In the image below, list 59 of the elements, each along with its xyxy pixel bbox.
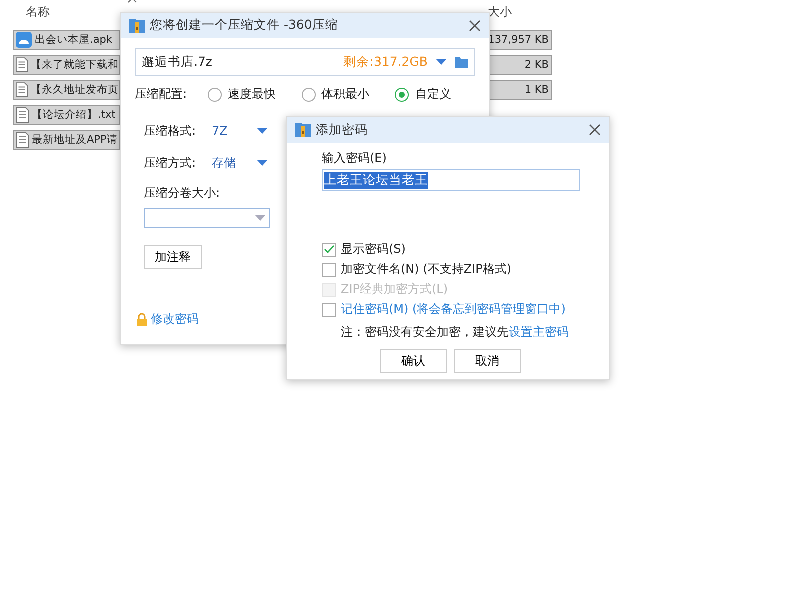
close-icon[interactable] <box>469 20 481 32</box>
setting-label: 压缩方式: <box>144 154 198 172</box>
checkbox-option[interactable]: 显示密码(S) <box>322 241 609 258</box>
note-text: 注：密码没有安全加密，建议先设置主密码 <box>341 324 570 341</box>
file-size: 2 KB <box>524 59 549 71</box>
checkbox[interactable] <box>322 302 336 316</box>
caret-icon <box>255 215 266 221</box>
radio-option[interactable]: 体积最小 <box>302 86 382 103</box>
file-row[interactable]: 最新地址及APP请 <box>13 130 120 150</box>
close-icon[interactable] <box>589 124 601 136</box>
file-row[interactable]: 【论坛介绍】.txt <box>13 105 120 125</box>
folder-icon[interactable] <box>455 56 468 68</box>
column-header[interactable]: 名称 <box>26 4 50 21</box>
document-icon <box>16 57 28 73</box>
radio-button[interactable] <box>302 88 316 102</box>
archive-icon <box>129 18 145 32</box>
password-field[interactable]: 上老王论坛当老王 <box>322 169 580 191</box>
checkbox[interactable] <box>322 262 336 276</box>
volume-dropdown[interactable] <box>144 208 270 228</box>
setting-label: 压缩格式: <box>144 122 198 140</box>
checkbox-option[interactable]: 记住密码(M) (将会备忘到密码管理窗口中) <box>322 301 609 318</box>
comment-button[interactable]: 加注释 <box>144 245 202 269</box>
radio-button[interactable] <box>208 88 222 102</box>
file-row[interactable]: 出会い本屋.apk <box>13 30 120 50</box>
volume-label: 压缩分卷大小: <box>144 185 222 202</box>
document-icon <box>16 132 29 148</box>
window-title: 您将创建一个压缩文件 -360压缩 <box>150 17 340 34</box>
file-size: 1 KB <box>524 84 549 96</box>
dialog-button[interactable]: 取消 <box>454 349 521 373</box>
caret-icon <box>257 160 268 166</box>
file-name: 出会い本屋.apk <box>35 33 113 47</box>
file-name: 【来了就能下载和 <box>31 58 119 72</box>
window-title: 添加密码 <box>316 122 369 138</box>
document-icon <box>16 82 28 98</box>
file-name: 【永久地址发布页 <box>31 83 119 97</box>
file-row[interactable]: 【永久地址发布页 <box>13 80 120 100</box>
radio-button[interactable] <box>395 88 410 102</box>
document-icon <box>16 107 29 123</box>
checkbox[interactable] <box>322 242 336 256</box>
android-app-icon <box>16 32 32 48</box>
file-size: 137,957 KB <box>489 34 549 46</box>
filename-field[interactable]: 邂逅书店.7z 剩余:317.2GB <box>135 48 475 76</box>
file-row[interactable]: 【来了就能下载和 <box>13 55 120 75</box>
password-label: 输入密码(E) <box>322 150 388 167</box>
caret-icon <box>257 128 268 134</box>
change-password-link[interactable]: 修改密码 <box>151 311 199 328</box>
lock-icon <box>136 313 148 326</box>
dialog-button[interactable]: 确认 <box>380 349 447 373</box>
file-name: 最新地址及APP请 <box>32 133 118 147</box>
setting-dropdown[interactable]: 存储 <box>212 154 268 172</box>
profile-label: 压缩配置: <box>135 86 188 103</box>
setting-dropdown[interactable]: 7Z <box>212 124 268 138</box>
checkbox-option[interactable]: 加密文件名(N) (不支持ZIP格式) <box>322 261 609 278</box>
set-master-password-link[interactable]: 设置主密码 <box>509 325 569 339</box>
file-name: 【论坛介绍】.txt <box>32 108 116 122</box>
archive-icon <box>295 123 311 137</box>
radio-option[interactable]: 自定义 <box>395 86 475 103</box>
radio-option[interactable]: 速度最快 <box>208 86 288 103</box>
caret-icon <box>436 59 447 65</box>
